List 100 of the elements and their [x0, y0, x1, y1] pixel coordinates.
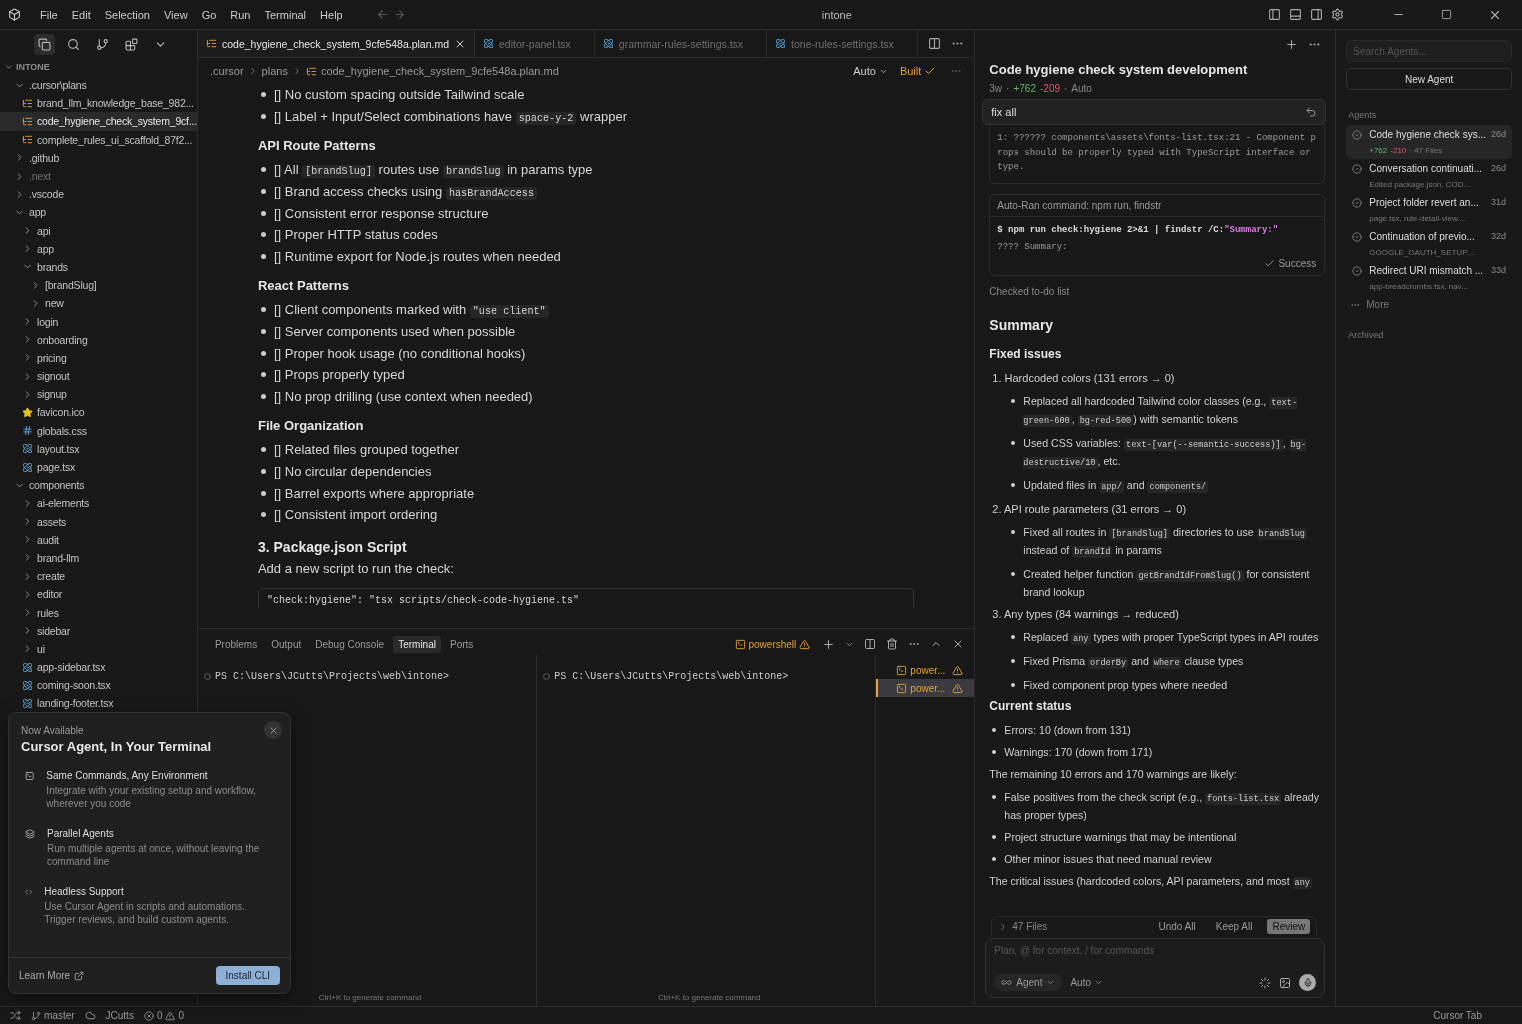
- agent-item[interactable]: Project folder revert an... 31d page.tsx, rule-detail-view....: [1346, 193, 1512, 227]
- maximize-icon[interactable]: [1441, 9, 1452, 20]
- panel-left-icon[interactable]: [1268, 8, 1281, 21]
- agent-mode-dropdown[interactable]: Agent: [994, 974, 1063, 991]
- menu-item[interactable]: View: [158, 6, 193, 23]
- tree-item[interactable]: coming-soon.tsx: [0, 676, 197, 695]
- settings-icon[interactable]: [1331, 8, 1344, 21]
- terminal-session[interactable]: power...: [876, 679, 975, 697]
- checklist-item: [] Consistent import ordering: [273, 507, 438, 523]
- tree-item[interactable]: create: [0, 567, 197, 586]
- undo-all-button[interactable]: Undo All: [1153, 919, 1201, 934]
- breadcrumb[interactable]: .cursor: [209, 65, 244, 77]
- tree-item[interactable]: app: [0, 239, 197, 258]
- tree-item[interactable]: assets: [0, 512, 197, 531]
- microphone-button[interactable]: [1299, 974, 1317, 991]
- problems-status[interactable]: 0 0: [143, 1010, 185, 1021]
- tree-item[interactable]: .github: [0, 148, 197, 167]
- tree-item[interactable]: complete_rules_ui_scaffold_87f2...: [0, 130, 197, 149]
- panel-right-icon[interactable]: [1310, 8, 1323, 21]
- search-icon[interactable]: [67, 37, 80, 51]
- mode-dropdown[interactable]: Auto: [853, 65, 888, 77]
- tree-item[interactable]: api: [0, 221, 197, 240]
- shell-selector[interactable]: powershell: [734, 638, 811, 650]
- learn-more-link[interactable]: Learn More: [19, 970, 85, 981]
- tree-item[interactable]: layout.tsx: [0, 439, 197, 458]
- tree-item[interactable]: brand_llm_knowledge_base_982...: [0, 94, 197, 113]
- files-toggle[interactable]: 47 Files: [998, 921, 1048, 932]
- panel-tab[interactable]: Debug Console: [310, 635, 390, 653]
- user-message[interactable]: fix all: [982, 99, 1327, 125]
- close-button[interactable]: [264, 721, 282, 739]
- panel-tab[interactable]: Terminal: [393, 635, 441, 653]
- tree-item[interactable]: rules: [0, 603, 197, 622]
- review-button[interactable]: Review: [1267, 919, 1311, 934]
- tree-item[interactable]: .cursor\plans: [0, 76, 197, 95]
- menu-item[interactable]: Go: [196, 6, 222, 23]
- forward-arrow-icon[interactable]: [392, 8, 406, 21]
- tree-item[interactable]: ai-elements: [0, 494, 197, 513]
- tree-item[interactable]: signout: [0, 367, 197, 386]
- plus-icon[interactable]: [1285, 37, 1299, 51]
- split-editor-icon[interactable]: [928, 37, 942, 50]
- tree-item[interactable]: globals.css: [0, 421, 197, 440]
- tree-item[interactable]: onboarding: [0, 330, 197, 349]
- cloud-icon[interactable]: [84, 1010, 96, 1021]
- panel-tab[interactable]: Problems: [209, 635, 263, 653]
- remote-icon[interactable]: [10, 1010, 21, 1021]
- branch-icon[interactable]: [96, 37, 109, 51]
- tree-item[interactable]: login: [0, 312, 197, 331]
- install-cli-button[interactable]: Install CLI: [215, 966, 280, 985]
- editor-tab[interactable]: code_hygiene_check_system_9cfe548a.plan.md: [197, 30, 476, 57]
- menu-item[interactable]: Terminal: [259, 6, 312, 23]
- back-arrow-icon[interactable]: [375, 8, 389, 21]
- split-terminal-icon[interactable]: [864, 638, 877, 650]
- tree-item[interactable]: brand-llm: [0, 548, 197, 568]
- more-link[interactable]: More: [1350, 299, 1512, 310]
- tree-item[interactable]: app: [0, 203, 197, 222]
- agent-item[interactable]: Code hygiene check sys... 26d +762 -210 · 47 Files: [1346, 125, 1512, 159]
- tree-item[interactable]: sidebar: [0, 621, 197, 640]
- panel-bottom-icon[interactable]: [1289, 8, 1302, 21]
- check-circle-icon: [1352, 130, 1363, 140]
- cursor-tab-status[interactable]: Cursor Tab: [1433, 1010, 1482, 1021]
- model-dropdown[interactable]: Auto: [1070, 977, 1104, 988]
- tree-item[interactable]: [brandSlug]: [0, 276, 197, 295]
- tree-item[interactable]: audit: [0, 530, 197, 549]
- agent-item[interactable]: Conversation continuati... 26d Edited package.json, COD...: [1346, 159, 1512, 193]
- tree-item[interactable]: ui: [0, 639, 197, 658]
- new-agent-button[interactable]: New Agent: [1346, 68, 1512, 90]
- tree-item[interactable]: code_hygiene_check_system_9cf...: [0, 112, 197, 131]
- tree-item[interactable]: .next: [0, 166, 197, 186]
- menu-item[interactable]: File: [35, 6, 63, 23]
- tree-item[interactable]: app-sidebar.tsx: [0, 658, 197, 677]
- tree-item[interactable]: signup: [0, 385, 197, 404]
- image-icon[interactable]: [1279, 976, 1292, 989]
- blocks-icon[interactable]: [125, 37, 138, 51]
- keep-all-button[interactable]: Keep All: [1210, 919, 1258, 934]
- branch-status[interactable]: master: [31, 1010, 75, 1021]
- breadcrumb[interactable]: code_hygiene_check_system_9cfe548a.plan.md: [320, 65, 559, 77]
- breadcrumb[interactable]: plans: [261, 65, 288, 77]
- agent-item[interactable]: Continuation of previo... 32d GOOGLE_OAUTH_SETUP....: [1346, 227, 1512, 261]
- trash-icon[interactable]: [886, 638, 899, 650]
- plus-icon[interactable]: [822, 637, 836, 651]
- tree-item[interactable]: components: [0, 476, 197, 495]
- menu-item[interactable]: Edit: [66, 6, 96, 23]
- explorer-button[interactable]: [34, 33, 55, 55]
- tree-item[interactable]: editor: [0, 585, 197, 604]
- tree-item[interactable]: page.tsx: [0, 457, 197, 477]
- tree-item[interactable]: .vscode: [0, 185, 197, 204]
- undo-icon[interactable]: [1305, 106, 1318, 118]
- tree-item[interactable]: new: [0, 294, 197, 313]
- panel-tab[interactable]: Ports: [444, 635, 479, 653]
- tree-item[interactable]: landing-footer.tsx: [0, 694, 197, 713]
- panel-tab[interactable]: Output: [266, 635, 307, 653]
- menu-item[interactable]: Help: [315, 6, 348, 23]
- menu-item[interactable]: Run: [225, 6, 256, 23]
- tree-item[interactable]: pricing: [0, 348, 197, 367]
- built-status[interactable]: Built: [899, 65, 937, 77]
- menu-item[interactable]: Selection: [99, 6, 155, 23]
- tree-item[interactable]: favicon.ico: [0, 403, 197, 422]
- agent-item[interactable]: Redirect URI mismatch ... 33d app-breadcrumbs.tsx, nav...: [1346, 261, 1512, 295]
- tree-item[interactable]: brands: [0, 257, 197, 277]
- user-name[interactable]: JCutts: [105, 1010, 134, 1021]
